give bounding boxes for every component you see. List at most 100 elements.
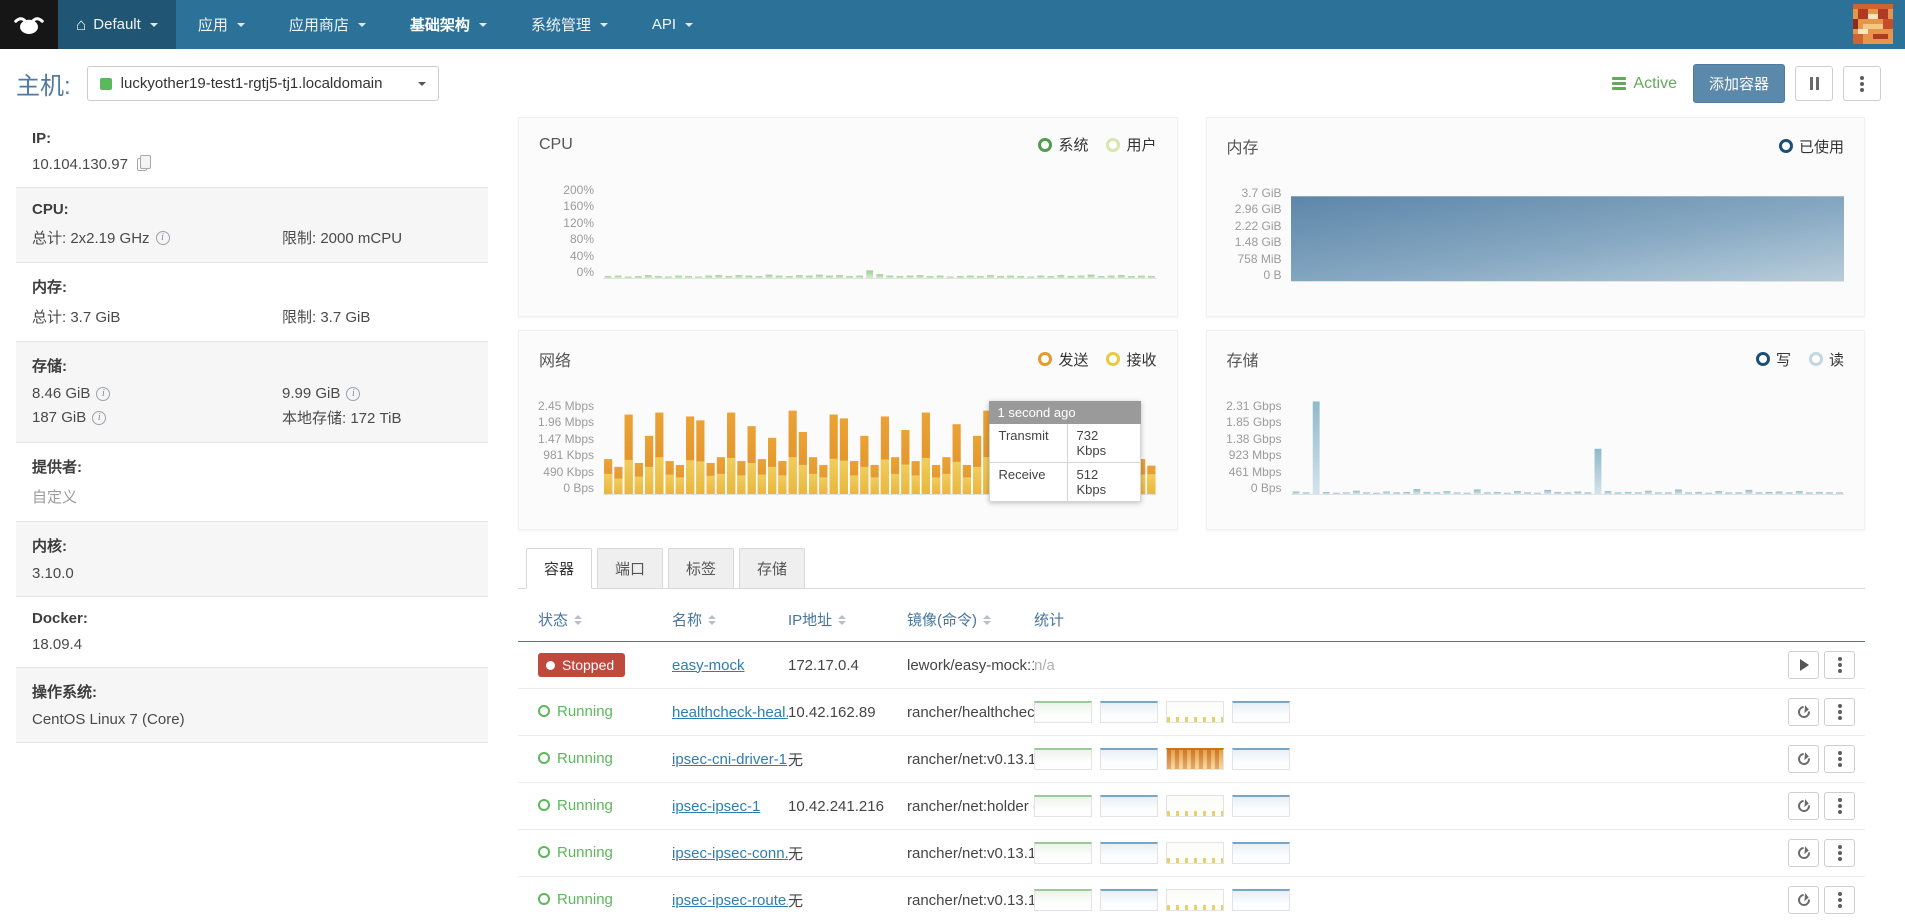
axis-tick-label: 0 Bps [563, 480, 594, 495]
home-icon: ⌂ [76, 15, 87, 34]
legend-label: 已使用 [1798, 138, 1844, 156]
nav-item-label: 基础架构 [409, 17, 470, 34]
axis-tick-label: 758 MiB [1237, 251, 1282, 266]
kebab-icon [1837, 757, 1842, 761]
nav-item-infrastructure[interactable]: 基础架构 [388, 0, 509, 49]
add-container-button[interactable]: 添加容器 [1692, 64, 1785, 103]
nav-item-api[interactable]: API [630, 0, 715, 49]
chart-legend: 写读 [1755, 349, 1844, 370]
tab-storage[interactable]: 存储 [739, 548, 806, 589]
legend-item-系统[interactable]: 系统 [1038, 134, 1088, 155]
info-row: CentOS Linux 7 (Core) [32, 711, 472, 728]
main-area: CPU 系统 用户 200% 160% 120% 80% 40% 0% 内存 已使用 3.7 GiB 2… [518, 117, 1865, 921]
chart-card-storage: 存储写读 2.31 Gbps 1.85 Gbps 1.38 Gbps 923 Mbps 4… [1205, 330, 1865, 530]
tooltip-label: Receive [990, 463, 1068, 501]
info-icon[interactable]: i [346, 386, 361, 401]
container-name-link[interactable]: ipsec-cni-driver-1 [672, 751, 787, 768]
column-header-3[interactable]: 镜像(命令) [907, 609, 1034, 630]
restart-container-button[interactable] [1788, 745, 1819, 773]
sparkline-yellow [1166, 701, 1224, 723]
column-header-2[interactable]: IP地址 [788, 609, 907, 630]
info-icon[interactable]: i [96, 386, 111, 401]
tooltip-label: Transmit [990, 424, 1068, 462]
row-menu-button[interactable] [1824, 745, 1855, 773]
chart-card-memory: 内存 已使用 3.7 GiB 2.96 GiB 2.22 GiB 1.48 GiB 758 … [1205, 117, 1865, 317]
info-icon[interactable]: i [92, 410, 107, 425]
row-menu-button[interactable] [1824, 651, 1855, 679]
info-section-cpu: CPU: 总计: 2x2.19 GHz i 限制: 2000 mCPU [16, 188, 488, 263]
legend-item-发送[interactable]: 发送 [1038, 349, 1088, 370]
legend-item-写[interactable]: 写 [1755, 349, 1791, 370]
info-section-label: 提供者: [32, 459, 82, 476]
y-axis: 200% 160% 120% 80% 40% 0% [527, 183, 603, 279]
rancher-logo[interactable] [0, 0, 58, 49]
tooltip-value: 512 Kbps [1076, 467, 1107, 497]
row-menu-button[interactable] [1824, 698, 1855, 726]
column-header-label: 状态 [538, 612, 569, 629]
info-icon[interactable]: i [155, 230, 170, 245]
column-header-1[interactable]: 名称 [672, 609, 788, 630]
start-container-button[interactable] [1788, 651, 1819, 679]
host-menu-button[interactable] [1843, 66, 1881, 101]
user-avatar[interactable] [1853, 4, 1893, 44]
tab-containers[interactable]: 容器 [526, 548, 593, 589]
axis-tick-label: 40% [569, 248, 594, 263]
sparkline-green [1034, 842, 1092, 864]
axis-tick-label: 160% [563, 199, 594, 214]
row-menu-button[interactable] [1824, 839, 1855, 867]
sparkline-blue [1232, 795, 1290, 817]
container-name-link[interactable]: ipsec-ipsec-conn... [672, 845, 788, 862]
copy-icon[interactable] [136, 155, 151, 171]
container-name-link[interactable]: ipsec-ipsec-1 [672, 798, 760, 815]
restart-container-button[interactable] [1788, 792, 1819, 820]
chart-head: 存储写读 [1207, 331, 1865, 371]
axis-tick-label: 2.45 Mbps [537, 399, 594, 413]
container-name-link[interactable]: easy-mock [672, 657, 745, 674]
row-actions [1759, 698, 1855, 726]
restart-icon [1795, 891, 1812, 909]
host-selector[interactable]: luckyother19-test1-rgtj5-tj1.localdomain [86, 66, 439, 101]
pause-host-button[interactable] [1795, 66, 1833, 101]
restart-container-button[interactable] [1788, 698, 1819, 726]
host-info-panel: IP: 10.104.130.97 CPU: 总计: 2x2.19 GHz i 限制: 2… [16, 117, 488, 743]
legend-radio-icon [1038, 137, 1053, 152]
legend-item-读[interactable]: 读 [1808, 349, 1844, 370]
axis-tick-label: 461 Mbps [1228, 464, 1282, 479]
column-header-0[interactable]: 状态 [538, 609, 672, 630]
info-value-text: 限制: 2000 mCPU [282, 230, 403, 247]
nav-item-label: Default [93, 16, 141, 33]
legend-item-已使用[interactable]: 已使用 [1778, 136, 1844, 157]
nav-item-catalog[interactable]: 应用商店 [267, 0, 388, 49]
row-menu-button[interactable] [1824, 886, 1855, 914]
nav-item-apps[interactable]: 应用 [176, 0, 267, 49]
container-stats [1034, 701, 1759, 723]
y-axis: 2.31 Gbps 1.85 Gbps 1.38 Gbps 923 Mbps 461 M… [1215, 399, 1291, 495]
host-status-badge: Active [1612, 75, 1677, 93]
page-header: 主机: luckyother19-test1-rgtj5-tj1.localdo… [0, 49, 1905, 117]
container-stats [1034, 842, 1759, 864]
tooltip-time: 1 second ago [988, 401, 1141, 424]
legend-item-接收[interactable]: 接收 [1106, 349, 1157, 370]
stats-na: n/a [1034, 656, 1055, 674]
container-name-link[interactable]: healthcheck-heal... [672, 704, 788, 721]
info-section-storage: 存储: 8.46 GiB i 9.99 GiB i 187 GiB i 本地存储: 172 T… [16, 342, 488, 443]
nav-item-admin[interactable]: 系统管理 [509, 0, 630, 49]
axis-tick-label: 981 Kbps [543, 448, 594, 463]
stack-icon [1612, 77, 1627, 90]
chevron-down-icon [357, 22, 366, 27]
legend-radio-icon [1808, 352, 1823, 366]
row-menu-button[interactable] [1824, 792, 1855, 820]
nav-item-default[interactable]: ⌂ Default [58, 0, 176, 49]
restart-container-button[interactable] [1788, 886, 1819, 914]
container-name-link[interactable]: ipsec-ipsec-route... [672, 892, 788, 909]
restart-container-button[interactable] [1788, 839, 1819, 867]
tab-labels[interactable]: 标签 [668, 548, 735, 589]
chart-canvas-storage [1292, 401, 1843, 494]
sparkline-yellow [1166, 795, 1224, 817]
chevron-down-icon [599, 22, 608, 27]
legend-item-用户[interactable]: 用户 [1106, 134, 1157, 155]
sparkline-orange [1166, 748, 1224, 770]
nav-item-label: 应用商店 [288, 17, 349, 34]
tab-ports[interactable]: 端口 [597, 548, 664, 589]
